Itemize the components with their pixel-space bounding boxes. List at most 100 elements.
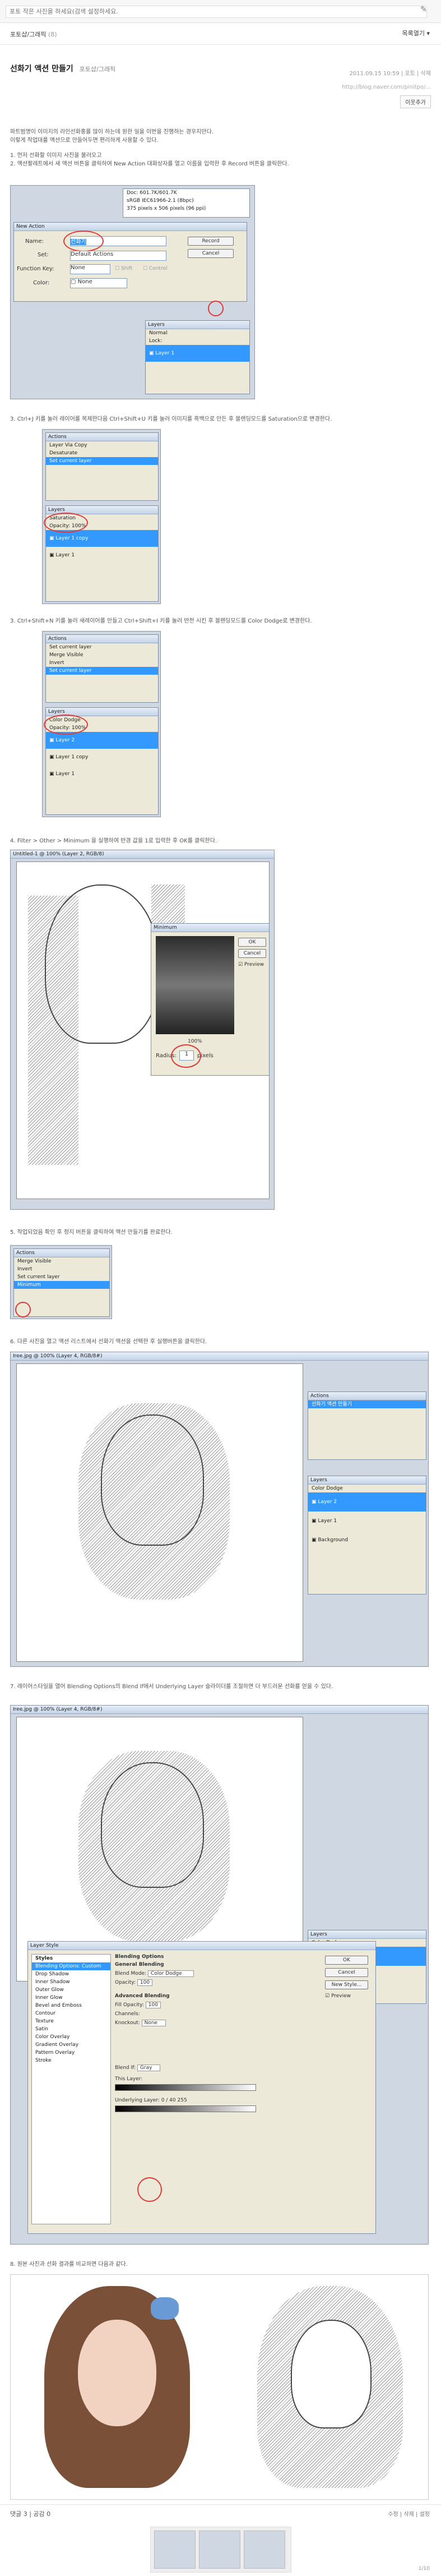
highlight-circle xyxy=(44,513,88,533)
comment-count[interactable]: 댓글 3 | 공감 0 xyxy=(10,2509,50,2518)
pen-icon[interactable]: ✎ xyxy=(419,5,429,15)
screenshot-color-dodge: Actions Set current layer Merge Visible … xyxy=(42,631,161,817)
list-toggle-button[interactable]: 목록열기 ▾ xyxy=(402,29,430,38)
post-count: (8) xyxy=(48,31,57,38)
zoom-level: 100% xyxy=(188,1039,202,1044)
style-item[interactable]: Contour xyxy=(32,2010,110,2017)
layer-row[interactable]: ▣ Layer 1 xyxy=(46,547,158,564)
channels-label: Channels: xyxy=(115,2011,140,2017)
post-actions[interactable]: 수정 | 삭제 | 설정 xyxy=(388,2509,430,2518)
set-select[interactable]: Default Actions xyxy=(70,251,166,261)
cancel-button[interactable]: Cancel xyxy=(325,1968,368,1977)
action-item[interactable]: Desaturate xyxy=(46,449,158,457)
style-item[interactable]: Texture xyxy=(32,2017,110,2025)
doc-info-line: Doc: 601.7K/601.7K xyxy=(127,190,177,196)
style-item[interactable]: Inner Glow xyxy=(32,1994,110,2002)
knockout-select[interactable]: None xyxy=(141,2020,166,2026)
underlying-slider[interactable] xyxy=(115,2105,256,2112)
action-item[interactable]: Invert xyxy=(46,659,158,667)
paragraph: 파트범명이 이미지의 라인선화홍를 많이 하는데 원한 일을 이번을 진행하는 … xyxy=(10,129,213,135)
thumbnail[interactable] xyxy=(199,2531,240,2569)
layer-row[interactable]: ▣ Background xyxy=(308,1531,426,1550)
style-item[interactable]: Stroke xyxy=(32,2057,110,2065)
dialog-title: Minimum xyxy=(151,924,269,932)
blend-if-label: Blend If: xyxy=(115,2065,136,2071)
doc-info-line: sRGB IEC61966-2.1 (8bpc) xyxy=(127,198,194,204)
layer-row[interactable]: ▣ Layer 2 xyxy=(308,1492,426,1512)
layer-row[interactable]: ▣ Layer 1 copy xyxy=(46,749,158,766)
function-key-select[interactable]: None xyxy=(70,264,110,274)
post-url[interactable]: http://blog.naver.com/pinitpo/... xyxy=(342,84,431,90)
action-item[interactable]: Set current layer xyxy=(14,1273,109,1281)
thumbnail[interactable] xyxy=(154,2531,196,2569)
style-item[interactable]: Blending Options: Custom xyxy=(32,1962,110,1970)
paragraph: 2. 액션팔레트에서 새 액션 버튼을 클릭하여 New Action 대화상자… xyxy=(10,161,289,167)
action-item[interactable]: Set current layer xyxy=(46,643,158,651)
cancel-button[interactable]: Cancel xyxy=(188,249,234,258)
layer-style-dialog: Layer Style Styles Blending Options: Cus… xyxy=(27,1941,376,2234)
highlight-circle xyxy=(208,301,224,316)
action-item[interactable]: Set current layer xyxy=(46,457,158,465)
style-item[interactable]: Gradient Overlay xyxy=(32,2041,110,2049)
style-item[interactable]: Satin xyxy=(32,2025,110,2033)
thumbnail[interactable] xyxy=(244,2531,285,2569)
control-label: Control xyxy=(148,266,168,271)
style-item[interactable]: Inner Shadow xyxy=(32,1978,110,1986)
style-item[interactable]: Pattern Overlay xyxy=(32,2049,110,2057)
style-item[interactable]: Drop Shadow xyxy=(32,1970,110,1978)
action-item[interactable]: Set current layer xyxy=(46,667,158,675)
new-style-button[interactable]: New Style... xyxy=(325,1980,368,1989)
opacity-input[interactable]: 100 xyxy=(137,1979,153,1986)
screenshot-stop: Actions Merge Visible Invert Set current… xyxy=(10,1245,112,1319)
layer-row[interactable]: ▣ Layer 1 xyxy=(46,766,158,782)
action-item[interactable]: 선화기 액션 만들기 xyxy=(308,1400,426,1408)
record-button[interactable]: Record xyxy=(188,237,234,246)
style-item[interactable]: Outer Glow xyxy=(32,1986,110,1994)
blend-mode-select[interactable]: Color Dodge xyxy=(147,1970,194,1977)
preview-checkbox[interactable]: ☑ Preview xyxy=(238,962,264,967)
ok-button[interactable]: OK xyxy=(238,938,266,947)
blend-if-row: Blend If: Gray xyxy=(115,2065,317,2071)
doc-title: Untitled-1 @ 100% (Layer 2, RGB/8) xyxy=(11,850,274,859)
action-item[interactable]: Layer Via Copy xyxy=(46,441,158,449)
knockout-row: Knockout: None xyxy=(115,2020,317,2026)
add-neighbor-button[interactable]: 이웃추가 xyxy=(400,95,431,108)
layer-row[interactable]: ▣ Layer 1 xyxy=(308,1512,426,1531)
action-item[interactable]: Invert xyxy=(14,1265,109,1273)
style-item[interactable]: Color Overlay xyxy=(32,2033,110,2041)
shift-checkbox[interactable]: ☐ Shift xyxy=(115,266,132,271)
post-category[interactable]: 포토샵/그래픽 xyxy=(80,66,115,73)
top-bar: ✎ xyxy=(0,0,441,23)
document-canvas[interactable] xyxy=(16,1363,303,1662)
blend-mode-label: Blend Mode: xyxy=(115,1971,147,1976)
search-box[interactable]: ✎ xyxy=(6,5,429,18)
preview-checkbox[interactable]: ☑ Preview xyxy=(325,1993,351,1999)
control-checkbox[interactable]: ☐ Control xyxy=(143,266,167,271)
blend-if-select[interactable]: Gray xyxy=(137,2065,161,2071)
blend-mode-row: Blend Mode: Color Dodge xyxy=(115,1970,317,1977)
highlight-circle xyxy=(44,715,88,735)
blend-mode[interactable]: Normal xyxy=(146,329,249,337)
post-title: 선화기 액션 만들기 xyxy=(10,64,73,73)
this-layer-slider[interactable] xyxy=(115,2084,256,2091)
ok-button[interactable]: OK xyxy=(325,1956,368,1965)
paragraph: 3. Ctrl+Shift+N 키를 눌러 새레이어를 만들고 Ctrl+Shi… xyxy=(10,618,312,624)
fill-opacity-input[interactable]: 100 xyxy=(145,2002,161,2008)
paragraph: 6. 다른 사진을 열고 액션 리스트에서 선화기 액션을 선택한 후 실행버튼… xyxy=(10,1339,207,1345)
action-item[interactable]: Merge Visible xyxy=(14,1257,109,1265)
sketch-hair xyxy=(78,1403,230,1600)
fill-opacity-row: Fill Opacity: 100 xyxy=(115,2002,317,2008)
layer-name: Layer 1 copy xyxy=(55,754,89,760)
action-item[interactable]: Minimum xyxy=(14,1281,109,1289)
actions-panel: Actions 선화기 액션 만들기 xyxy=(308,1391,426,1460)
search-input[interactable] xyxy=(6,6,405,16)
breadcrumb[interactable]: 포토샵/그래픽 (8) xyxy=(10,30,57,39)
layer-row[interactable]: ▣ Layer 1 xyxy=(146,345,249,362)
sketch-hair xyxy=(78,1751,230,1942)
style-item[interactable]: Bevel and Emboss xyxy=(32,2002,110,2010)
color-select[interactable]: ▢ None xyxy=(70,278,127,288)
cancel-button[interactable]: Cancel xyxy=(238,949,266,958)
action-item[interactable]: Merge Visible xyxy=(46,651,158,659)
breadcrumb-category[interactable]: 포토샵/그래픽 xyxy=(10,31,46,38)
blend-mode[interactable]: Color Dodge xyxy=(308,1485,426,1492)
